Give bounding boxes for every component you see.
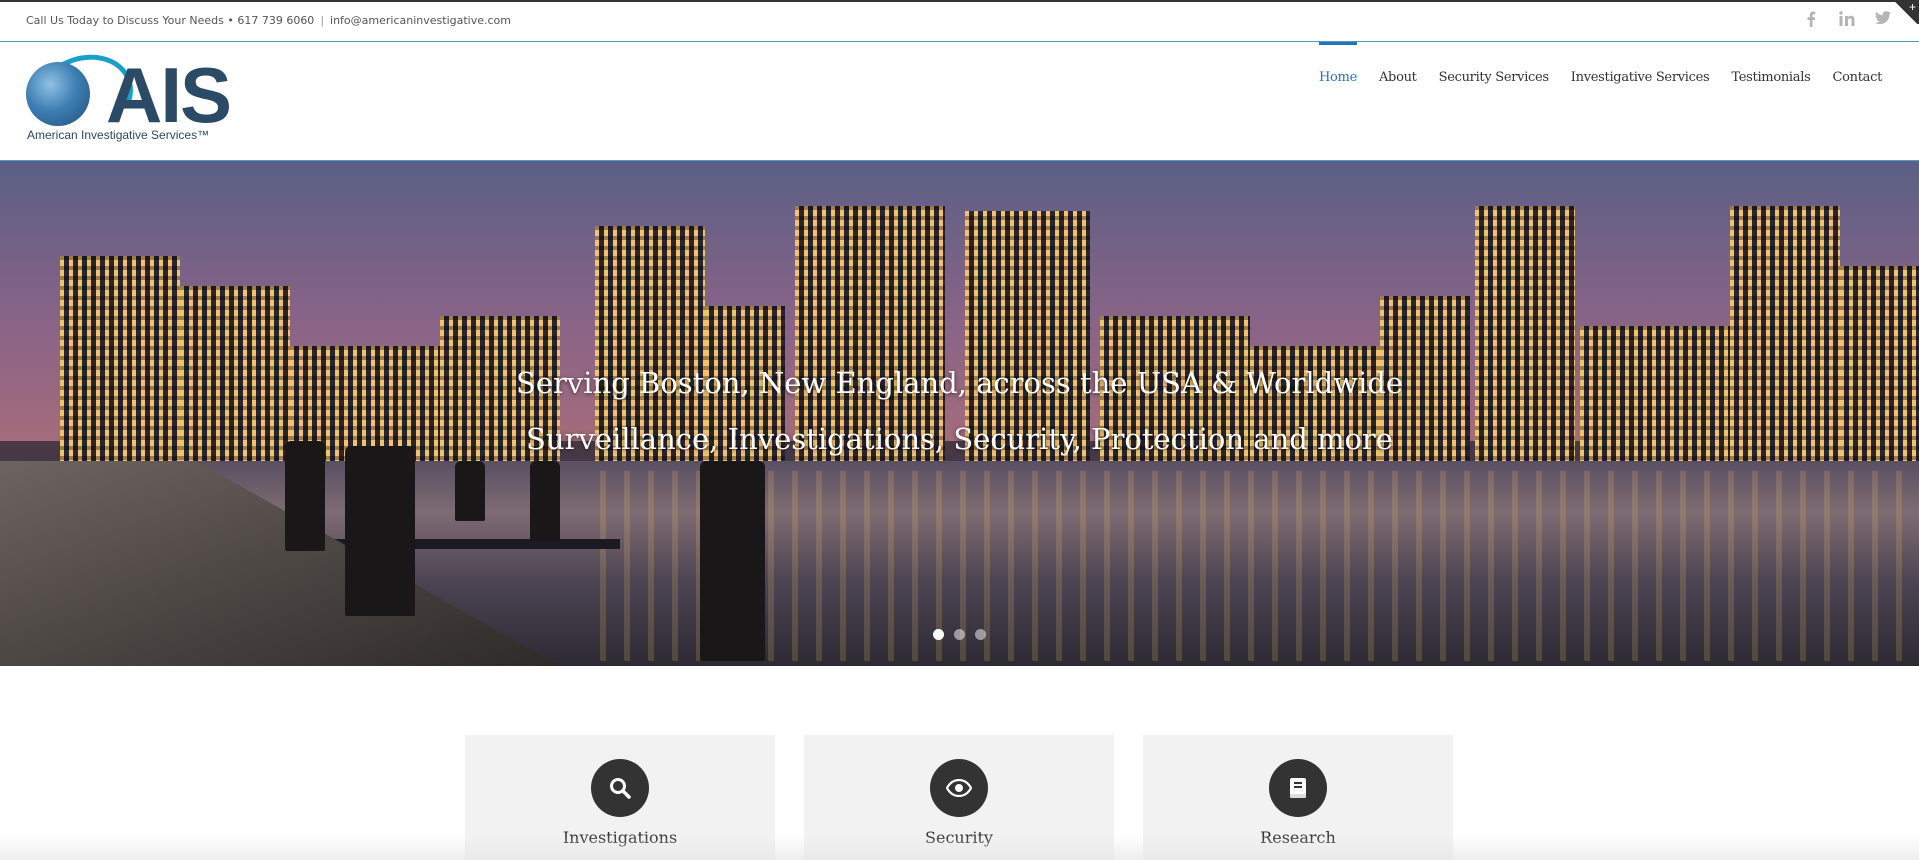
slider-pagination — [0, 629, 1919, 640]
contact-info: Call Us Today to Discuss Your Needs • 61… — [26, 14, 511, 27]
site-header: AIS American Investigative Services™ Hom… — [0, 41, 1919, 161]
bollard — [345, 446, 415, 616]
call-text: Call Us Today to Discuss Your Needs • 61… — [26, 14, 315, 27]
corner-toggle[interactable]: + — [1893, 0, 1919, 24]
nav-item-home[interactable]: Home — [1308, 42, 1368, 161]
twitter-icon[interactable] — [1875, 11, 1891, 29]
bollard — [455, 461, 485, 521]
main-nav: Home About Security Services Investigati… — [1308, 42, 1893, 161]
linkedin-icon[interactable] — [1839, 11, 1855, 29]
social-links — [1803, 11, 1891, 29]
eye-icon — [930, 759, 988, 817]
nav-item-investigative-services[interactable]: Investigative Services — [1560, 42, 1721, 161]
bollard — [285, 441, 325, 551]
globe-icon — [26, 62, 90, 126]
nav-item-about[interactable]: About — [1368, 42, 1428, 161]
nav-item-contact[interactable]: Contact — [1821, 42, 1893, 161]
plus-icon: + — [1908, 0, 1916, 14]
search-icon — [591, 759, 649, 817]
logo-tagline: American Investigative Services™ — [27, 128, 210, 142]
site-logo[interactable]: AIS American Investigative Services™ — [23, 41, 246, 151]
slide-dot-2[interactable] — [954, 629, 965, 640]
separator: | — [320, 14, 325, 27]
hero-slider[interactable]: Serving Boston, New England, across the … — [0, 161, 1919, 666]
hero-caption-line1: Serving Boston, New England, across the … — [516, 366, 1403, 400]
hero-caption-line2: Surveillance, Investigations, Security, … — [526, 422, 1393, 456]
facebook-icon[interactable] — [1803, 11, 1819, 29]
bottom-fade — [0, 835, 1919, 860]
slide-dot-3[interactable] — [975, 629, 986, 640]
nav-item-security-services[interactable]: Security Services — [1428, 42, 1560, 161]
bollard — [530, 461, 560, 541]
nav-item-testimonials[interactable]: Testimonials — [1720, 42, 1821, 161]
top-bar: Call Us Today to Discuss Your Needs • 61… — [0, 0, 1919, 42]
email-link[interactable]: info@americaninvestigative.com — [330, 14, 511, 27]
book-icon — [1269, 759, 1327, 817]
slide-dot-1[interactable] — [933, 629, 944, 640]
